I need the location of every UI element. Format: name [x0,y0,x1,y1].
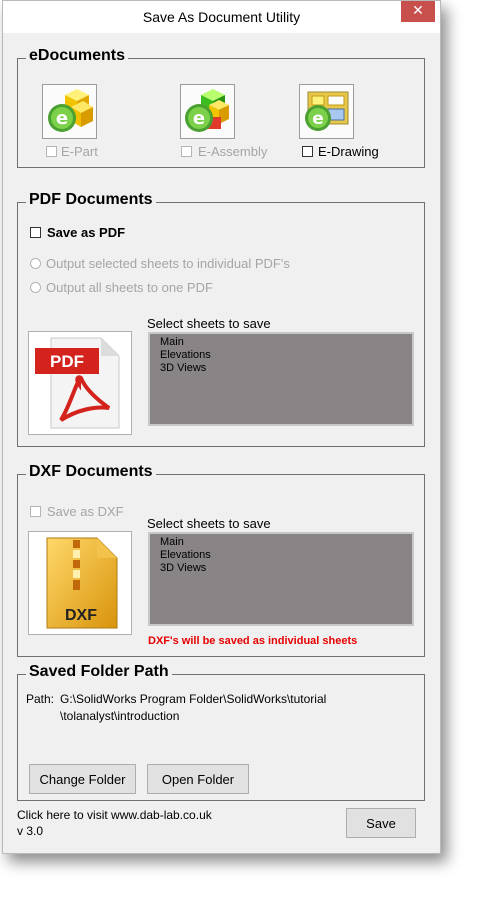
version-label: v 3.0 [17,824,44,838]
folder-title: Saved Folder Path [26,663,172,681]
e-drawing-checkbox[interactable] [302,146,313,157]
path-line-2: \tolanalyst\introduction [60,709,180,723]
save-button[interactable]: Save [346,808,416,838]
e-assembly-icon: e [180,84,235,139]
save-as-dxf-checkbox[interactable] [30,506,41,517]
save-as-pdf-checkbox[interactable] [30,227,41,238]
save-as-window: Save As Document Utility ✕ eDocuments e … [2,0,441,854]
list-item[interactable]: Elevations [160,549,402,562]
change-folder-button[interactable]: Change Folder [29,764,136,794]
pdf-group: PDF Documents Save as PDF Output selecte… [17,191,425,447]
dxf-sheets-label: Select sheets to save [147,516,271,531]
e-drawing-icon: e [299,84,354,139]
e-part-checkbox[interactable] [46,146,57,157]
dxf-title: DXF Documents [26,463,156,481]
pdf-icon-text: PDF [50,352,84,371]
dxf-group: DXF Documents Save as DXF DXF Select she… [17,463,425,657]
dxf-file-icon: DXF [28,531,132,635]
close-icon: ✕ [412,3,424,19]
pdf-sheets-listbox[interactable]: Main Elevations 3D Views [148,332,414,426]
e-assembly-checkbox[interactable] [181,146,192,157]
open-folder-button[interactable]: Open Folder [147,764,249,794]
list-item[interactable]: Main [160,336,402,349]
path-line-1: G:\SolidWorks Program Folder\SolidWorks\… [60,692,327,706]
save-as-dxf-label: Save as DXF [47,504,124,519]
save-as-pdf-label: Save as PDF [47,225,126,240]
window-title: Save As Document Utility [142,9,301,25]
pdf-file-icon: PDF [28,331,132,435]
website-link[interactable]: Click here to visit www.dab-lab.co.uk [17,808,212,822]
edocuments-title: eDocuments [26,47,129,65]
pdf-sheets-label: Select sheets to save [147,316,271,331]
svg-text:e: e [193,108,205,129]
close-button[interactable]: ✕ [401,1,435,22]
e-part-icon: e [42,84,97,139]
svg-text:e: e [312,109,324,129]
list-item[interactable]: Main [160,536,402,549]
pdf-title: PDF Documents [26,191,156,209]
radio-one-pdf[interactable] [30,282,41,293]
list-item[interactable]: Elevations [160,349,402,362]
folder-group: Saved Folder Path Path: G:\SolidWorks Pr… [17,663,425,801]
dxf-icon-text: DXF [65,607,97,624]
radio-individual-pdfs-label: Output selected sheets to individual PDF… [46,256,290,271]
path-label: Path: [26,692,55,706]
dxf-sheets-listbox[interactable]: Main Elevations 3D Views [148,532,414,626]
svg-text:e: e [56,108,68,129]
edocuments-group: eDocuments e E-Part e E-Assembly e E-Dra… [17,47,425,168]
list-item[interactable]: 3D Views [160,362,402,375]
radio-individual-pdfs[interactable] [30,258,41,269]
radio-one-pdf-label: Output all sheets to one PDF [46,280,213,295]
title-bar: Save As Document Utility ✕ [3,1,440,33]
e-part-label: E-Part [61,144,98,159]
e-drawing-label: E-Drawing [318,144,379,159]
dxf-note: DXF's will be saved as individual sheets [148,635,358,647]
list-item[interactable]: 3D Views [160,562,402,575]
e-assembly-label: E-Assembly [198,144,268,159]
